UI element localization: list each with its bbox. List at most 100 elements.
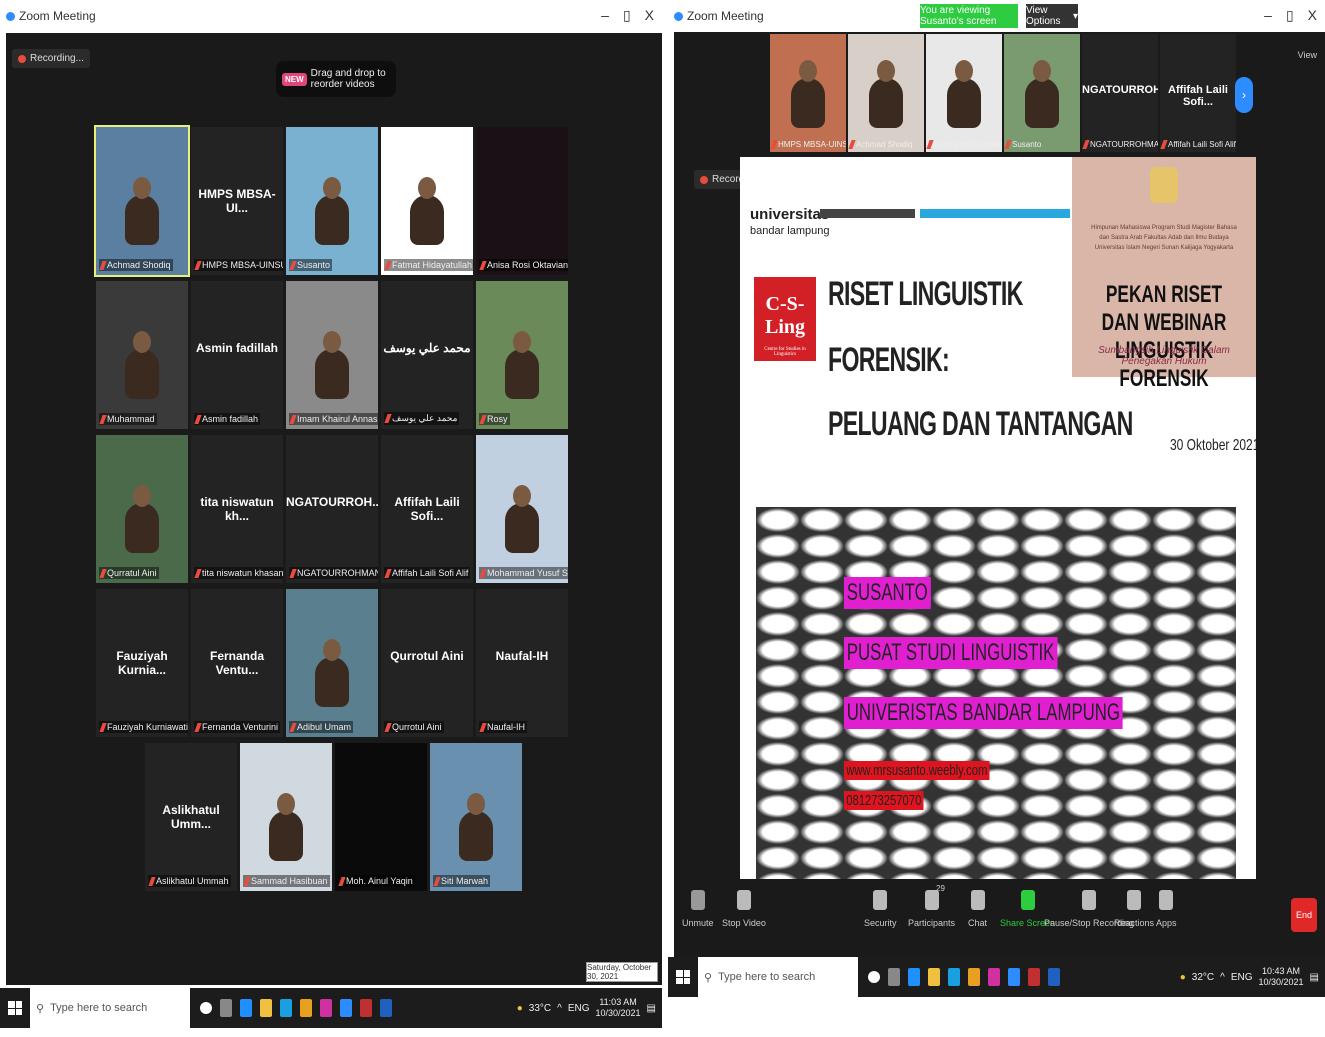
participant-video (96, 435, 188, 583)
strip-participant-tile[interactable]: NGATOURROH... NGATOURROHMAN (1082, 34, 1158, 152)
participant-name-label: NGATOURROHMAN (289, 567, 378, 579)
apps-button[interactable]: Apps (1156, 890, 1177, 928)
maximize-icon[interactable]: ▯ (623, 7, 631, 24)
mic-muted-icon (926, 140, 934, 149)
weather-icon[interactable]: ● (517, 1003, 523, 1014)
cortana-icon[interactable] (200, 1002, 212, 1014)
taskbar-search[interactable]: ⚲ Type here to search (698, 957, 858, 997)
participant-tile[interactable]: Asmin fadillah Asmin fadillah (191, 281, 283, 429)
strip-participant-tile[interactable]: HMPS MBSA-UINSUKA (770, 34, 846, 152)
participant-tile[interactable]: Susanto (286, 127, 378, 275)
security-button[interactable]: Security (864, 890, 897, 928)
participant-tile[interactable]: Naufal-IH Naufal-IH (476, 589, 568, 737)
strip-participant-tile[interactable]: Susanto (1004, 34, 1080, 152)
participant-video (286, 127, 378, 275)
left-window-title: Zoom Meeting (19, 9, 96, 23)
next-page-button[interactable]: › (1235, 77, 1253, 113)
zoom-taskbar-icon[interactable] (1008, 968, 1020, 986)
file-explorer-icon[interactable] (260, 999, 272, 1017)
security-label: Security (864, 918, 897, 928)
participant-tile[interactable]: Qurratul Aini (96, 435, 188, 583)
participant-name: NGATOURROHMAN (297, 568, 378, 578)
participant-tile[interactable]: Anisa Rosi Oktaviana (476, 127, 568, 275)
drag-hint-text: Drag and drop to reorder videos (310, 68, 386, 90)
participant-name: Fatmat Hidayatullah (934, 140, 1002, 149)
store-icon[interactable] (948, 968, 960, 986)
participant-tile[interactable]: Siti Marwah (430, 743, 522, 891)
edge-icon[interactable] (908, 968, 920, 986)
participant-tile[interactable]: Affifah Laili Sofi... Affifah Laili Sofi … (381, 435, 473, 583)
taskbar-search[interactable]: ⚲ Type here to search (30, 988, 190, 1028)
task-view-icon[interactable] (888, 968, 900, 986)
tray-chevron-icon[interactable]: ^ (1220, 972, 1225, 983)
minimize-icon[interactable]: – (601, 7, 609, 24)
chrome-icon[interactable] (968, 968, 980, 986)
participant-tile[interactable]: Mohammad Yusuf Setyawan (476, 435, 568, 583)
participant-tile[interactable]: Muhammad (96, 281, 188, 429)
participant-tile[interactable]: Aslikhatul Umm... Aslikhatul Ummah (145, 743, 237, 891)
unmute-button[interactable]: Unmute (682, 890, 714, 928)
mic-muted-icon (384, 722, 392, 732)
minimize-icon[interactable]: – (1264, 7, 1272, 24)
strip-participant-tile[interactable]: Fatmat Hidayatullah (926, 34, 1002, 152)
notification-icon[interactable]: ▤ (647, 1003, 656, 1014)
participant-tile[interactable]: Fatmat Hidayatullah (381, 127, 473, 275)
chat-button[interactable]: Chat (968, 890, 987, 928)
windows-start-icon[interactable] (8, 1001, 22, 1015)
slide-title-line3: PELUANG DAN TANTANGAN (828, 405, 1133, 443)
participant-tile[interactable]: محمد علي يوسف محمد علي يوسف (381, 281, 473, 429)
maximize-icon[interactable]: ▯ (1286, 7, 1294, 24)
participant-display-name: HMPS MBSA-UI... (198, 187, 276, 215)
end-button[interactable]: End (1291, 898, 1317, 932)
participant-tile[interactable]: Fernanda Ventu... Fernanda Venturini (191, 589, 283, 737)
participant-tile[interactable]: Moh. Ainul Yaqin (335, 743, 427, 891)
task-view-icon[interactable] (220, 999, 232, 1017)
strip-participant-tile[interactable]: Affifah Laili Sofi... Affifah Laili Sofi … (1160, 34, 1236, 152)
strip-participant-tile[interactable]: Achmad Shodiq (848, 34, 924, 152)
person-silhouette (505, 331, 539, 399)
language[interactable]: ENG (568, 1003, 590, 1014)
stop-video-button[interactable]: Stop Video (722, 890, 766, 928)
person-silhouette (315, 331, 349, 399)
store-icon[interactable] (280, 999, 292, 1017)
close-icon[interactable]: X (645, 7, 654, 24)
notification-icon[interactable]: ▤ (1310, 972, 1319, 983)
participant-tile[interactable]: tita niswatun kh... tita niswatun khasana… (191, 435, 283, 583)
participants-label: Participants (908, 918, 956, 928)
windows-start-icon[interactable] (676, 970, 690, 984)
word-icon[interactable] (380, 999, 392, 1017)
participant-tile[interactable]: Fauziyah Kurnia... Fauziyah Kurniawati (96, 589, 188, 737)
reactions-button[interactable]: Reactions (1114, 890, 1154, 928)
app-icon[interactable] (1028, 968, 1040, 986)
participant-tile[interactable]: Rosy (476, 281, 568, 429)
instagram-icon[interactable] (988, 968, 1000, 986)
weather-icon[interactable]: ● (1180, 972, 1186, 983)
view-button[interactable]: View (1298, 50, 1317, 60)
app-icon[interactable] (360, 999, 372, 1017)
edge-icon[interactable] (240, 999, 252, 1017)
participant-tile[interactable]: Achmad Shodiq (94, 125, 190, 277)
participant-tile[interactable]: Qurrotul Aini Qurrotul Aini (381, 589, 473, 737)
view-options-button[interactable]: View Options ▾ (1026, 4, 1078, 28)
participant-video (430, 743, 522, 891)
participant-display-name: محمد علي يوسف (383, 341, 471, 355)
poster-title: PEKAN RISET DAN WEBINAR LINGUISTIK FOREN… (1101, 281, 1227, 392)
participants-button[interactable]: Participants (908, 890, 955, 928)
chrome-icon[interactable] (300, 999, 312, 1017)
clock[interactable]: 11:03 AM 10/30/2021 (596, 997, 641, 1019)
participant-tile[interactable]: NGATOURROH... NGATOURROHMAN (286, 435, 378, 583)
language[interactable]: ENG (1231, 972, 1253, 983)
word-icon[interactable] (1048, 968, 1060, 986)
cortana-icon[interactable] (868, 971, 880, 983)
tray-chevron-icon[interactable]: ^ (557, 1003, 562, 1014)
close-icon[interactable]: X (1308, 7, 1317, 24)
participant-tile[interactable]: Imam Khairul Annas (286, 281, 378, 429)
participant-tile[interactable]: Adibul Umam (286, 589, 378, 737)
instagram-icon[interactable] (320, 999, 332, 1017)
participant-tile[interactable]: HMPS MBSA-UI... HMPS MBSA-UINSUKA (191, 127, 283, 275)
recording-indicator[interactable]: Recording... (12, 49, 90, 68)
clock[interactable]: 10:43 AM 10/30/2021 (1259, 966, 1304, 988)
participant-tile[interactable]: Sammad Hasibuan (240, 743, 332, 891)
file-explorer-icon[interactable] (928, 968, 940, 986)
zoom-taskbar-icon[interactable] (340, 999, 352, 1017)
